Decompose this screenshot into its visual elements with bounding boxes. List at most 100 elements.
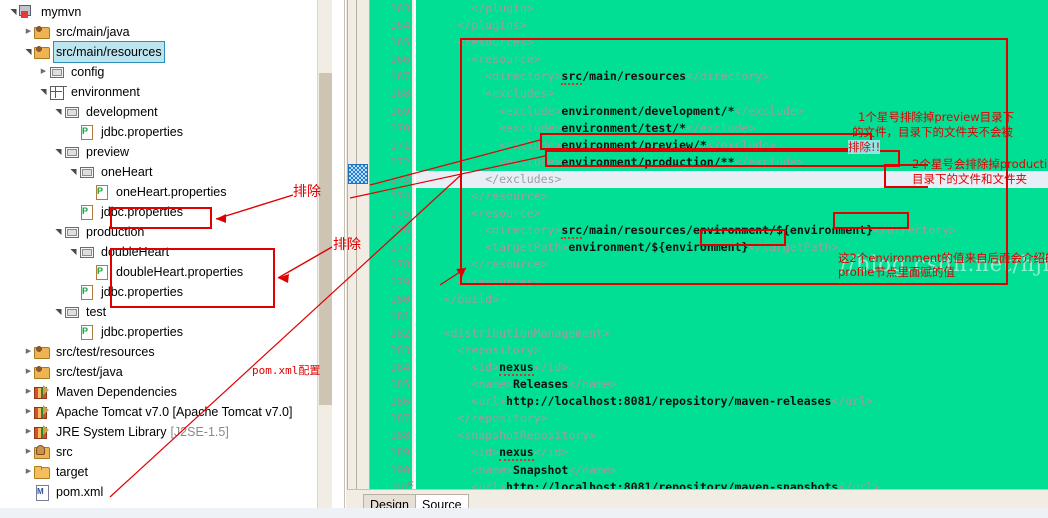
code-line[interactable]: <directory>src/main/resources/environmen…: [416, 222, 1048, 240]
tree-item-src-test-java[interactable]: src/test/java: [0, 362, 332, 382]
code-line[interactable]: <name>Snapshot</name>: [416, 462, 1048, 479]
code-line[interactable]: <targetPath>environment/${environment}</…: [416, 239, 1048, 256]
collapse-arrow-icon[interactable]: [38, 82, 49, 102]
tree-item-src-main-java[interactable]: src/main/java: [0, 22, 332, 42]
line-number: 187: [390, 412, 410, 426]
tree-item-mymvn[interactable]: mymvn: [0, 2, 332, 22]
line-number: 182: [390, 326, 410, 340]
code-line[interactable]: <snapshotRepository>: [416, 427, 1048, 444]
tree-item-jre-system-library[interactable]: JRE System Library[J2SE-1.5]: [0, 422, 332, 442]
xml-tag: </exclude>: [734, 103, 804, 118]
expand-arrow-icon[interactable]: [23, 362, 34, 382]
code-line[interactable]: <directory>src/main/resources</directory…: [416, 68, 1048, 86]
code-line[interactable]: </plugins>: [416, 17, 1048, 34]
tree-item-config[interactable]: config: [0, 62, 332, 82]
code-line[interactable]: </plugin>: [416, 0, 1048, 17]
expand-arrow-icon[interactable]: [23, 382, 34, 402]
tree-item-target[interactable]: target: [0, 462, 332, 482]
expand-arrow-icon[interactable]: [23, 442, 34, 462]
code-line[interactable]: <url>http://localhost:8081/repository/ma…: [416, 479, 1048, 489]
code-line[interactable]: <exclude>environment/development/*</excl…: [416, 103, 1048, 120]
code-area[interactable]: </plugin> </plugins> <resources> <resour…: [416, 0, 1048, 489]
xml-tag: <exclude>: [499, 137, 562, 152]
project-tree[interactable]: mymvn src/main/java src/main/resources conf…: [0, 0, 332, 502]
source-folder-icon: [34, 364, 51, 380]
explorer-scrollbar-thumb[interactable]: [319, 73, 332, 405]
code-line[interactable]: </resource>: [416, 188, 1048, 205]
tree-item-production[interactable]: production: [0, 222, 332, 242]
code-line[interactable]: <excludes>: [416, 85, 1048, 102]
xml-value: environment/preview/*: [561, 137, 707, 152]
xml-tag: <resource>: [471, 52, 541, 67]
package-icon: [79, 244, 96, 260]
tree-item-jdbc-properties[interactable]: jdbc.properties: [0, 282, 332, 302]
tree-item-jdbc-properties[interactable]: jdbc.properties: [0, 122, 332, 142]
package-explorer-panel[interactable]: mymvn src/main/java src/main/resources conf…: [0, 0, 345, 518]
explorer-scrollbar[interactable]: [317, 0, 332, 518]
collapse-arrow-icon[interactable]: [8, 2, 19, 22]
collapse-arrow-icon[interactable]: [68, 242, 79, 262]
tree-item-src[interactable]: src: [0, 442, 332, 462]
expand-arrow-icon[interactable]: [23, 462, 34, 482]
code-line[interactable]: <repository>: [416, 342, 1048, 359]
collapse-icon[interactable]: «: [407, 476, 414, 490]
code-line[interactable]: <exclude>environment/test/*</exclude>: [416, 120, 1048, 137]
tree-item-jdbc-properties[interactable]: jdbc.properties: [0, 202, 332, 222]
tree-item-src-test-resources[interactable]: src/test/resources: [0, 342, 332, 362]
xml-tag: </excludes>: [485, 171, 562, 186]
collapse-arrow-icon[interactable]: [53, 302, 64, 322]
code-line[interactable]: <resources>: [416, 34, 1048, 51]
code-line[interactable]: </repository>: [416, 410, 1048, 427]
tree-item-jdbc-properties[interactable]: jdbc.properties: [0, 322, 332, 342]
code-line[interactable]: </build>: [416, 291, 1048, 308]
code-line[interactable]: <distributionManagement>: [416, 325, 1048, 342]
expand-arrow-icon[interactable]: [23, 342, 34, 362]
tree-item-oneheart-properties[interactable]: oneHeart.properties: [0, 182, 332, 202]
expand-arrow-icon[interactable]: [23, 422, 34, 442]
expand-arrow-icon[interactable]: [23, 22, 34, 42]
expand-arrow-icon[interactable]: [23, 402, 34, 422]
code-line[interactable]: <resource>: [416, 205, 1048, 222]
xml-value: nexus: [499, 359, 534, 376]
line-number: 173: [390, 172, 410, 186]
properties-file-icon: [79, 124, 96, 140]
package-icon: [49, 64, 66, 80]
line-number: 180: [390, 292, 410, 306]
code-line[interactable]: <id>nexus</id>: [416, 359, 1048, 376]
code-line[interactable]: </excludes>: [416, 170, 1048, 189]
tree-item-label: target: [56, 465, 88, 479]
tree-item-development[interactable]: development: [0, 102, 332, 122]
tree-item-pom-xml[interactable]: pom.xml: [0, 482, 332, 502]
tree-item-doubleheart-properties[interactable]: doubleHeart.properties: [0, 262, 332, 282]
code-line[interactable]: </resources>: [416, 274, 1048, 291]
code-line[interactable]: <id>nexus</id>: [416, 444, 1048, 462]
tree-item-maven-dependencies[interactable]: Maven Dependencies: [0, 382, 332, 402]
xml-tag: <distributionManagement>: [443, 325, 610, 340]
tree-item-doubleheart[interactable]: doubleHeart: [0, 242, 332, 262]
tree-item-environment[interactable]: environment: [0, 82, 332, 102]
collapse-arrow-icon[interactable]: [23, 42, 34, 62]
collapse-arrow-icon[interactable]: [53, 142, 64, 162]
tree-item-preview[interactable]: preview: [0, 142, 332, 162]
xml-tag: <excludes>: [485, 86, 555, 101]
collapse-arrow-icon[interactable]: [68, 162, 79, 182]
source-folder-icon: [34, 344, 51, 360]
code-line[interactable]: </resource>: [416, 256, 1048, 273]
code-line[interactable]: <exclude>environment/production/**</excl…: [416, 154, 1048, 171]
xml-tag: </name>: [568, 377, 617, 392]
tree-item-oneheart[interactable]: oneHeart: [0, 162, 332, 182]
code-line[interactable]: <exclude>environment/preview/*</exclude>: [416, 137, 1048, 154]
tree-item-apache-tomcat-v7-0-apache-tomcat-v7-0-[interactable]: Apache Tomcat v7.0 [Apache Tomcat v7.0]: [0, 402, 332, 422]
xml-value: http://localhost:8081/repository/maven-r…: [506, 394, 832, 409]
code-line[interactable]: [416, 308, 1048, 325]
xml-tag: <url>: [471, 479, 507, 489]
tree-item-test[interactable]: test: [0, 302, 332, 322]
code-line[interactable]: <resource>: [416, 51, 1048, 68]
collapse-arrow-icon[interactable]: [53, 102, 64, 122]
code-line[interactable]: <url>http://localhost:8081/repository/ma…: [416, 393, 1048, 410]
xml-tag: <resources>: [457, 35, 534, 50]
expand-arrow-icon[interactable]: [38, 62, 49, 82]
code-line[interactable]: <name>Releases</name>: [416, 376, 1048, 393]
tree-item-src-main-resources[interactable]: src/main/resources: [0, 41, 332, 63]
collapse-arrow-icon[interactable]: [53, 222, 64, 242]
